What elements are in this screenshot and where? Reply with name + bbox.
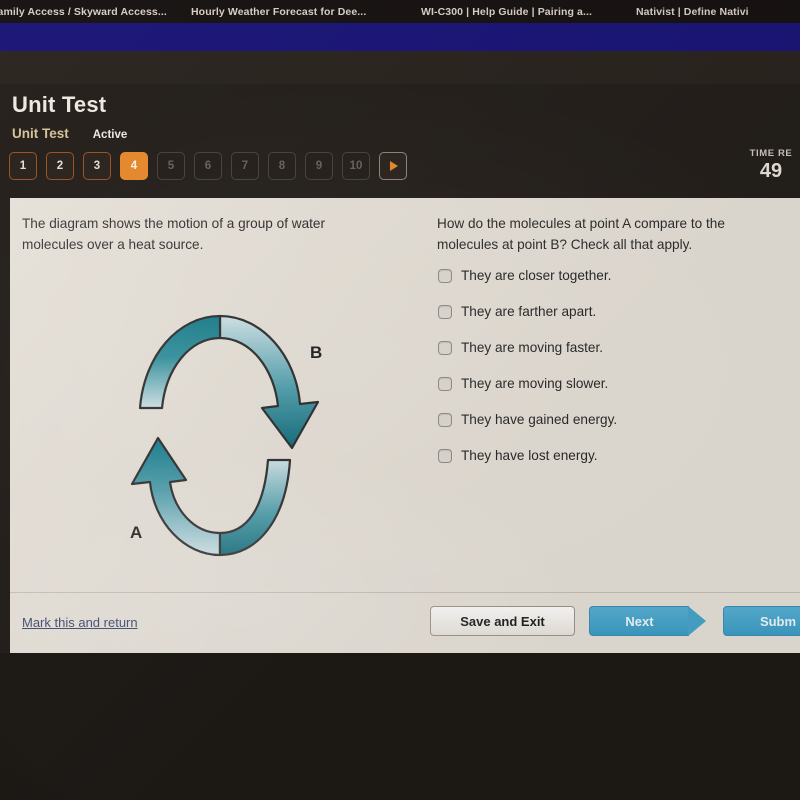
question-button-3[interactable]: 3 [83,152,111,180]
footer-actions: Save and Exit Next Subm [430,606,800,636]
question-pager: 1 2 3 4 5 6 7 8 9 10 [9,152,407,180]
diagram-label-b: B [310,343,323,362]
question-button-1[interactable]: 1 [9,152,37,180]
question-prompt: How do the molecules at point A compare … [437,216,725,252]
answer-choice[interactable]: They are closer together. [438,266,788,302]
browser-tab[interactable]: WI-C300 | Help Guide | Pairing a... [421,6,636,18]
next-button[interactable]: Next [589,606,706,636]
question-button-10[interactable]: 10 [342,152,370,180]
arrow-arm-upper-left [138,314,222,410]
convection-loop-diagram [110,308,340,563]
question-button-2[interactable]: 2 [46,152,74,180]
checkbox-icon[interactable] [438,269,452,283]
save-and-exit-button[interactable]: Save and Exit [430,606,575,636]
submit-button[interactable]: Subm [723,606,800,636]
checkbox-icon[interactable] [438,449,452,463]
question-card: The diagram shows the motion of a group … [10,198,800,653]
answer-choice-label: They are farther apart. [461,304,597,319]
question-button-9[interactable]: 9 [305,152,333,180]
arrow-down-right [218,314,320,450]
time-remaining: TIME RE 49 [736,148,800,183]
answer-choice-label: They are closer together. [461,268,612,283]
circulation-arrows-svg [130,314,320,557]
checkbox-icon[interactable] [438,377,452,391]
browser-tab[interactable]: Nativist | Define Nativi [636,6,800,18]
checkbox-icon[interactable] [438,341,452,355]
answer-choice[interactable]: They are farther apart. [438,302,788,338]
footer-divider [10,592,800,593]
screenshot-root: Family Access / Skyward Access... Hourly… [0,0,800,800]
mark-this-and-return-link[interactable]: Mark this and return [22,615,138,630]
play-triangle-icon [390,161,398,171]
next-button-label: Next [625,613,654,629]
time-remaining-value: 49 [759,160,783,182]
checkbox-icon[interactable] [438,305,452,319]
browser-bookmark-bar [0,23,800,51]
answer-choice[interactable]: They are moving faster. [438,338,788,374]
question-button-4[interactable]: 4 [120,152,148,180]
checkbox-icon[interactable] [438,413,452,427]
browser-tab[interactable]: Hourly Weather Forecast for Dee... [191,6,421,18]
answer-choice-label: They are moving slower. [461,376,609,391]
question-button-8[interactable]: 8 [268,152,296,180]
answer-choice-list: They are closer together. They are farth… [438,266,788,482]
answer-choice-label: They have gained energy. [461,412,618,427]
breadcrumb: Unit Test Active [12,126,127,141]
answer-choice-label: They have lost energy. [461,448,598,463]
question-button-5[interactable]: 5 [157,152,185,180]
answer-choice[interactable]: They have gained energy. [438,410,788,446]
browser-tab-strip: Family Access / Skyward Access... Hourly… [0,0,800,23]
arrow-up-left [130,436,222,557]
breadcrumb-unit-test[interactable]: Unit Test [12,126,69,141]
browser-chrome-gap [0,51,800,84]
status-badge: Active [92,129,128,141]
answer-choice-label: They are moving faster. [461,340,604,355]
question-button-6[interactable]: 6 [194,152,222,180]
arrow-arm-lower-right [218,458,292,557]
question-stem: The diagram shows the motion of a group … [22,216,325,252]
below-card-background [0,653,800,800]
answer-choice[interactable]: They have lost energy. [438,446,788,482]
answer-choice[interactable]: They are moving slower. [438,374,788,410]
chevron-right-icon [688,606,706,636]
pager-next-button[interactable] [379,152,407,180]
browser-tab[interactable]: Family Access / Skyward Access... [0,6,191,18]
diagram-label-a: A [130,523,143,542]
question-button-7[interactable]: 7 [231,152,259,180]
page-title: Unit Test [12,92,107,117]
time-remaining-label: TIME RE [749,148,793,159]
